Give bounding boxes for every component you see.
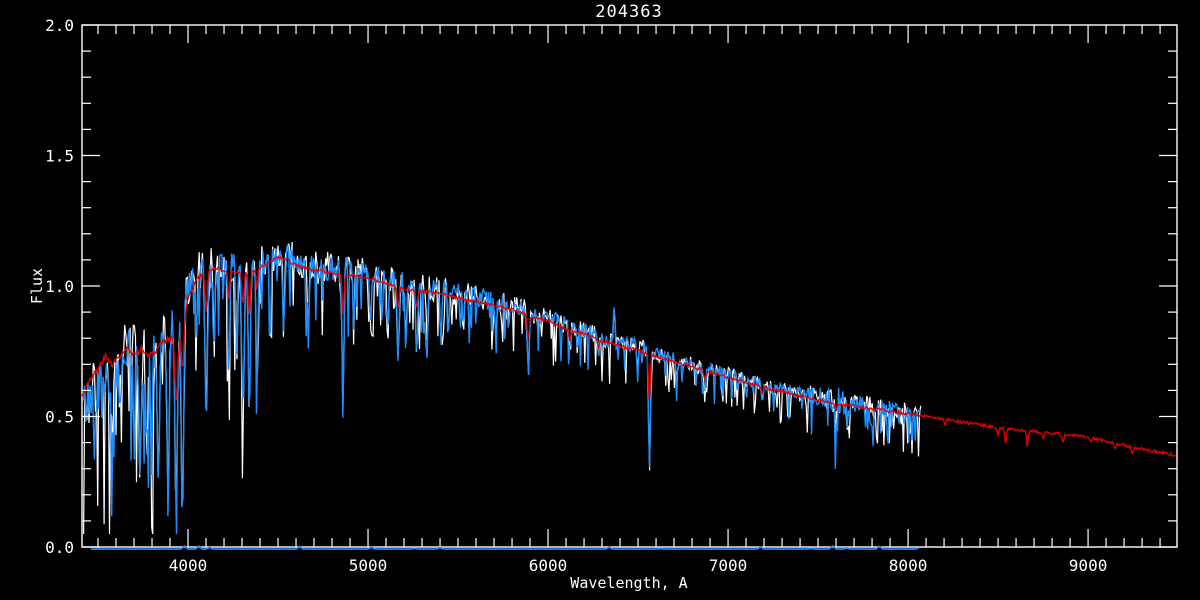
x-tick-label: 5000 [349, 556, 388, 575]
spectrum-plot-window: 4000 5000 6000 7000 8000 9000 0.0 0.5 1.0 1.5 2.0 … [0, 0, 1200, 600]
x-tick-label: 8000 [889, 556, 928, 575]
plot-title: 204363 [595, 2, 662, 22]
y-axis-label: Flux [28, 268, 46, 304]
x-tick-label: 6000 [529, 556, 568, 575]
y-tick-label: 2.0 [45, 16, 74, 35]
plot-background [0, 0, 1200, 600]
y-tick-label: 1.0 [45, 277, 74, 296]
x-tick-label: 7000 [709, 556, 748, 575]
y-tick-label: 0.0 [45, 538, 74, 557]
spectrum-chart: 4000 5000 6000 7000 8000 90000.00.51.01.52.0 … [0, 0, 1200, 600]
x-tick-label: 4000 [169, 556, 208, 575]
y-tick-label: 1.5 [45, 147, 74, 166]
x-axis-label: Wavelength, A [570, 574, 687, 592]
x-tick-label: 9000 [1069, 556, 1108, 575]
y-tick-label: 0.5 [45, 408, 74, 427]
